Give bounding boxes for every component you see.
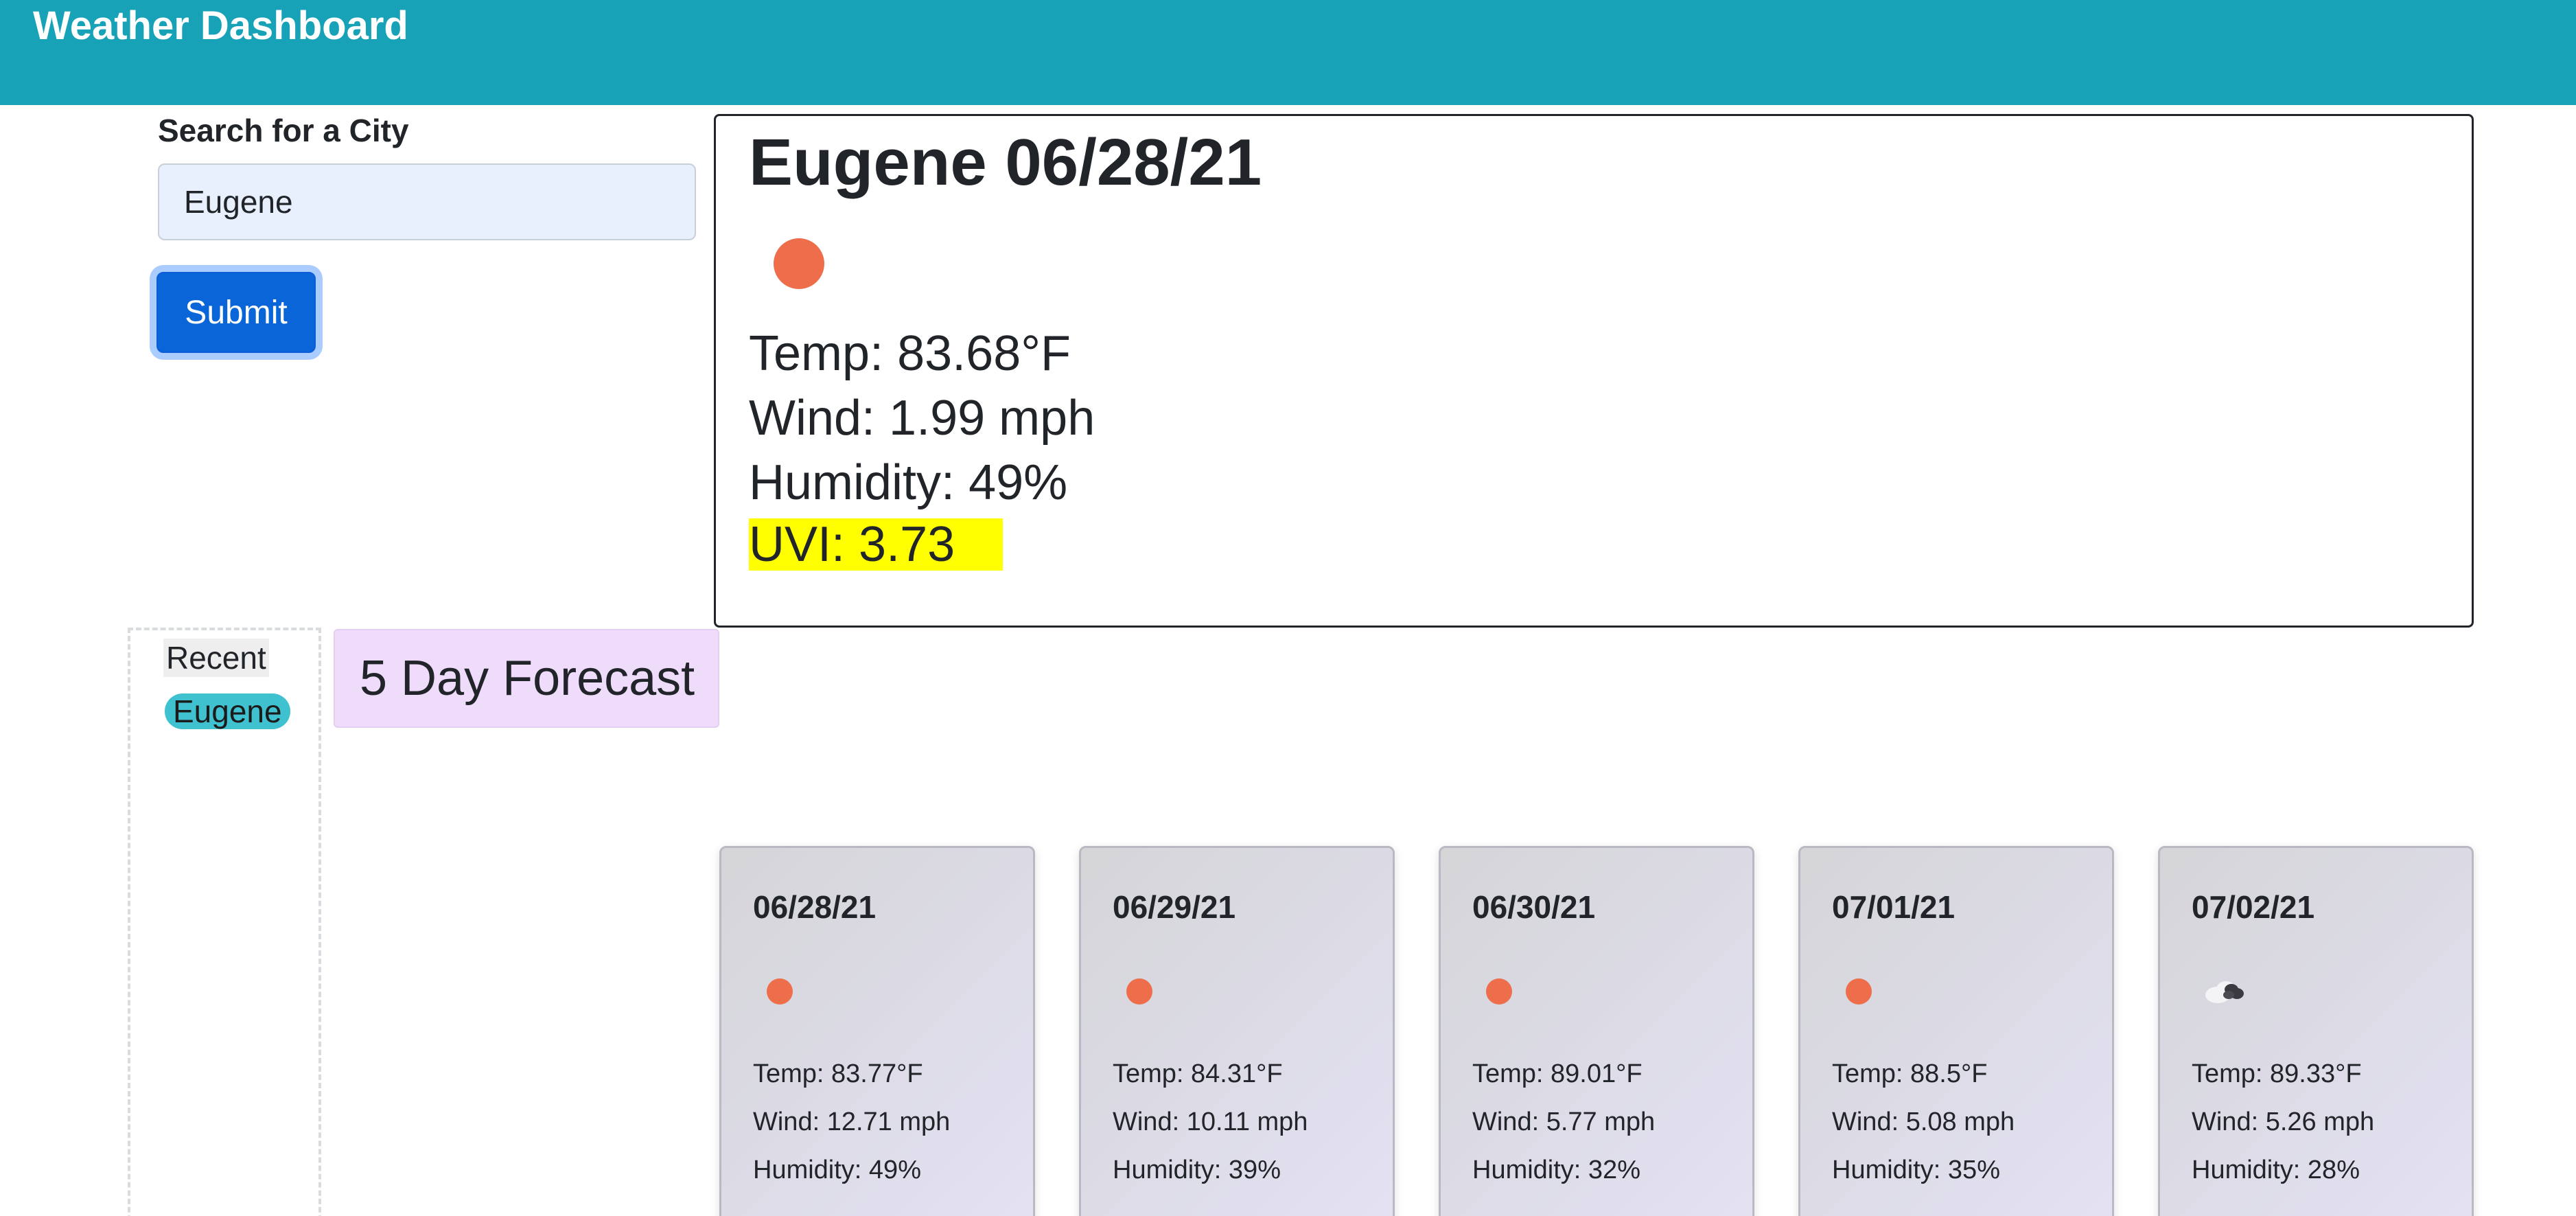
forecast-temp: Temp: 83.77°F — [753, 1059, 923, 1088]
recent-label: Recent — [163, 639, 269, 677]
cloud-icon — [2205, 981, 2244, 1003]
uvi-badge: UVI: 3.73 — [749, 518, 1003, 571]
weather-dashboard-page: Weather Dashboard Search for a City Subm… — [0, 0, 2576, 1216]
forecast-wind: Wind: 5.08 mph — [1832, 1108, 2015, 1136]
current-humidity: Humidity: 49% — [749, 455, 1068, 510]
current-temp: Temp: 83.68°F — [749, 326, 1071, 381]
submit-button[interactable]: Submit — [156, 272, 316, 353]
current-weather-card: Eugene 06/28/21 Temp: 83.68°F Wind: 1.99… — [714, 114, 2474, 628]
recent-searches-panel: Recent Eugene — [128, 628, 321, 1216]
forecast-card: 06/28/21 Temp: 83.77°F Wind: 12.71 mph Humi… — [719, 846, 1035, 1216]
forecast-card: 06/29/21 Temp: 84.31°F Wind: 10.11 mph Humi… — [1079, 846, 1395, 1216]
current-wind: Wind: 1.99 mph — [749, 391, 1095, 446]
forecast-wind: Wind: 5.26 mph — [2192, 1108, 2375, 1136]
forecast-humidity: Humidity: 35% — [1832, 1156, 2000, 1184]
app-header: Weather Dashboard — [0, 0, 2576, 105]
forecast-date: 07/01/21 — [1832, 889, 1956, 925]
forecast-humidity: Humidity: 28% — [2192, 1156, 2360, 1184]
forecast-humidity: Humidity: 32% — [1472, 1156, 1640, 1184]
sun-icon — [774, 238, 824, 289]
forecast-date: 06/30/21 — [1472, 889, 1596, 925]
forecast-heading: 5 Day Forecast — [334, 629, 719, 728]
current-city-date: Eugene 06/28/21 — [749, 126, 1262, 199]
sun-icon — [1846, 978, 1872, 1005]
forecast-card: 06/30/21 Temp: 89.01°F Wind: 5.77 mph Humid… — [1439, 846, 1754, 1216]
forecast-date: 07/02/21 — [2192, 889, 2315, 925]
forecast-card: 07/02/21 Temp: 89.33°F Wind: 5.26 mph Humid… — [2158, 846, 2474, 1216]
app-title: Weather Dashboard — [33, 3, 408, 48]
forecast-card: 07/01/21 Temp: 88.5°F Wind: 5.08 mph Humidi… — [1798, 846, 2114, 1216]
forecast-wind: Wind: 5.77 mph — [1472, 1108, 1656, 1136]
forecast-wind: Wind: 12.71 mph — [753, 1108, 951, 1136]
forecast-temp: Temp: 88.5°F — [1832, 1059, 1988, 1088]
search-label: Search for a City — [158, 113, 409, 148]
forecast-date: 06/28/21 — [753, 889, 877, 925]
city-search-input[interactable] — [158, 163, 696, 240]
forecast-humidity: Humidity: 39% — [1113, 1156, 1281, 1184]
recent-city-chip[interactable]: Eugene — [165, 693, 290, 729]
sun-icon — [1126, 978, 1152, 1005]
forecast-temp: Temp: 89.33°F — [2192, 1059, 2362, 1088]
forecast-humidity: Humidity: 49% — [753, 1156, 921, 1184]
forecast-wind: Wind: 10.11 mph — [1113, 1108, 1308, 1136]
forecast-temp: Temp: 84.31°F — [1113, 1059, 1283, 1088]
forecast-temp: Temp: 89.01°F — [1472, 1059, 1643, 1088]
forecast-date: 06/29/21 — [1113, 889, 1236, 925]
sun-icon — [1486, 978, 1512, 1005]
sun-icon — [767, 978, 793, 1005]
